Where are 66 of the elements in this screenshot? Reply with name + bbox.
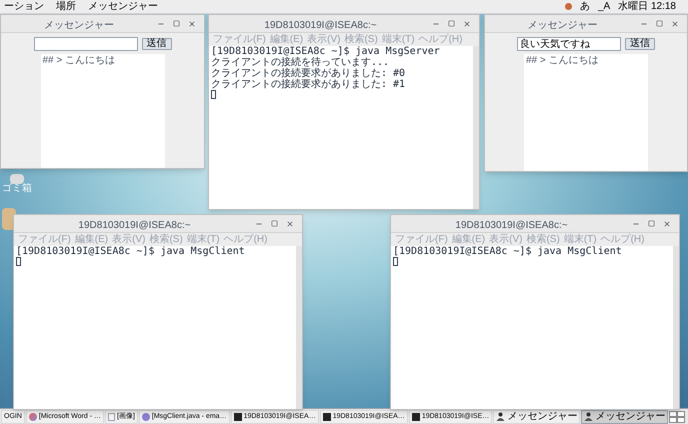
- menu-item[interactable]: ファイル(F): [395, 234, 448, 244]
- maximize-icon[interactable]: [648, 220, 655, 227]
- workspace-icon[interactable]: [669, 410, 686, 422]
- terminal-line: クライアントの接続要求がありました: #0: [211, 68, 406, 79]
- menu-item[interactable]: 端末(T): [186, 234, 220, 244]
- terminal-line: クライアントの接続を待っています...: [211, 57, 390, 68]
- menu-item[interactable]: 編集(E): [74, 234, 108, 244]
- menu-item[interactable]: 検索(S): [344, 34, 378, 44]
- window-title: メッセンジャー: [528, 20, 598, 30]
- terminal-line: クライアントの接続要求がありました: #1: [211, 79, 406, 90]
- menu-item[interactable]: ファイル(F): [213, 34, 266, 44]
- menu-item[interactable]: 端末(T): [382, 34, 415, 44]
- menu-item[interactable]: 編集(E): [452, 234, 486, 244]
- image-icon: [108, 412, 115, 420]
- close-icon[interactable]: [286, 220, 294, 228]
- maximize-icon[interactable]: [271, 220, 278, 227]
- text-cursor: [393, 257, 398, 266]
- message-text: ## > こんにちは: [526, 55, 600, 68]
- top-menu-item[interactable]: 場所: [56, 0, 76, 13]
- message-field[interactable]: 良い天気ですね: [517, 37, 621, 51]
- user-icon: [584, 412, 594, 421]
- terminal-icon: [234, 412, 242, 420]
- taskbar-button[interactable]: メッセンジャー: [581, 410, 668, 424]
- menu-item[interactable]: ファイル(F): [18, 234, 71, 244]
- close-icon[interactable]: [663, 220, 671, 228]
- menu-item[interactable]: 表示(V): [307, 34, 340, 44]
- tray-item[interactable]: あ: [580, 0, 590, 13]
- menu-item[interactable]: ヘルプ(H): [418, 34, 462, 44]
- maximize-icon[interactable]: [448, 20, 455, 27]
- terminal-icon: [322, 412, 331, 420]
- terminal-icon: [412, 412, 420, 420]
- text-cursor: [16, 257, 21, 266]
- close-icon[interactable]: [671, 20, 679, 28]
- menu-item[interactable]: 表示(V): [112, 234, 146, 244]
- top-menu-item[interactable]: ーション: [4, 0, 44, 13]
- text-cursor: [211, 90, 216, 99]
- window-title: 19D8103019I@ISEA8c:~: [455, 220, 568, 230]
- window-title: 19D8103019I@ISEA8c:~: [78, 220, 191, 230]
- send-button[interactable]: 送信: [625, 38, 655, 50]
- window-title: 19D8103019I@ISEA8c:~: [264, 20, 377, 30]
- menu-item[interactable]: 検索(S): [526, 234, 560, 244]
- terminal-line: [19D8103019I@ISEA8c ~]$ java MsgClient: [393, 246, 623, 257]
- maximize-icon[interactable]: [173, 20, 180, 27]
- menu-item[interactable]: 端末(T): [564, 234, 597, 244]
- taskbar-button[interactable]: メッセンジャー: [493, 410, 580, 424]
- clock[interactable]: 水曜日 12:18: [618, 0, 676, 13]
- menu-item[interactable]: 検索(S): [149, 234, 183, 244]
- top-menu-item[interactable]: メッセンジャー: [88, 0, 158, 13]
- close-icon[interactable]: [188, 20, 196, 28]
- tray-item[interactable]: _A: [598, 0, 610, 13]
- window-title: メッセンジャー: [44, 20, 114, 30]
- menu-item[interactable]: ヘルプ(H): [600, 234, 644, 244]
- terminal-line: [19D8103019I@ISEA8c ~]$ java MsgServer: [211, 46, 441, 57]
- menu-item[interactable]: ヘルプ(H): [224, 234, 268, 244]
- user-icon: [496, 412, 506, 421]
- message-text: ## > こんにちは: [42, 55, 116, 68]
- send-button[interactable]: 送信: [142, 38, 172, 50]
- menu-item[interactable]: 編集(E): [270, 34, 304, 44]
- terminal-line: [19D8103019I@ISEA8c ~]$ java MsgClient: [16, 246, 246, 257]
- maximize-icon[interactable]: [656, 20, 663, 27]
- message-field[interactable]: [34, 37, 138, 51]
- desktop-icon-label[interactable]: ゴミ箱: [2, 184, 32, 194]
- round-app-icon: [142, 412, 150, 420]
- menu-item[interactable]: 表示(V): [489, 234, 522, 244]
- round-app-icon: [28, 412, 37, 420]
- close-icon[interactable]: [463, 20, 471, 28]
